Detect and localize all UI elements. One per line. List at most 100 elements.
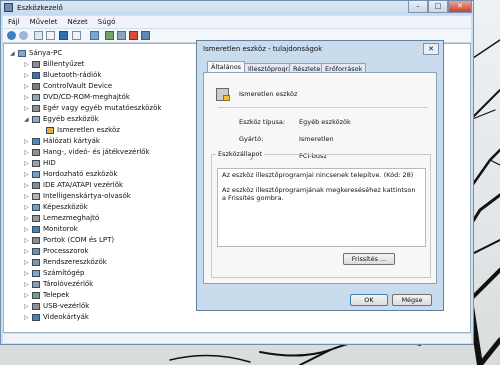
collapse-arrow-icon[interactable]: ◢ bbox=[10, 48, 17, 59]
window-title: Eszközkezelő bbox=[17, 4, 63, 12]
sound-icon bbox=[32, 149, 40, 156]
expand-arrow-icon[interactable]: ▷ bbox=[24, 70, 31, 81]
expand-arrow-icon[interactable]: ▷ bbox=[24, 246, 31, 257]
network-icon bbox=[32, 138, 40, 145]
monitor-icon bbox=[32, 226, 40, 233]
collapse-arrow-icon[interactable]: ◢ bbox=[24, 114, 31, 125]
tree-item-label: IDE ATA/ATAPI vezérlők bbox=[43, 181, 124, 189]
expand-arrow-icon[interactable]: ▷ bbox=[24, 301, 31, 312]
expand-arrow-icon[interactable]: ▷ bbox=[24, 268, 31, 279]
tree-item-label: Egér vagy egyéb mutatóeszközök bbox=[43, 104, 162, 112]
tree-item-label: USB-vezérlők bbox=[43, 302, 90, 310]
computer-icon bbox=[18, 50, 26, 57]
cpu-icon bbox=[32, 248, 40, 255]
device-type-label: Eszköz típusa: bbox=[239, 118, 286, 126]
expand-arrow-icon[interactable]: ▷ bbox=[24, 103, 31, 114]
device-status-label: Eszközállapot bbox=[216, 150, 265, 158]
tree-item-label: HID bbox=[43, 159, 56, 167]
expand-arrow-icon[interactable]: ▷ bbox=[24, 92, 31, 103]
expand-arrow-icon[interactable]: ▷ bbox=[24, 202, 31, 213]
properties-icon[interactable] bbox=[46, 31, 55, 40]
tree-view-icon[interactable] bbox=[34, 31, 43, 40]
expand-arrow-icon[interactable]: ▷ bbox=[24, 257, 31, 268]
expand-arrow-icon[interactable]: ▷ bbox=[24, 158, 31, 169]
tree-item-label: ControlVault Device bbox=[43, 82, 113, 90]
expand-arrow-icon[interactable]: ▷ bbox=[24, 59, 31, 70]
expand-arrow-icon[interactable]: ▷ bbox=[24, 147, 31, 158]
uninstall-icon[interactable] bbox=[129, 31, 138, 40]
portable-icon bbox=[32, 171, 40, 178]
menu-file[interactable]: Fájl bbox=[3, 16, 25, 26]
usb-icon bbox=[32, 303, 40, 310]
disc-drive-icon bbox=[32, 94, 40, 101]
expand-arrow-icon[interactable]: ▷ bbox=[24, 169, 31, 180]
menu-view[interactable]: Nézet bbox=[63, 16, 93, 26]
close-button[interactable]: ✕ bbox=[448, 1, 472, 13]
tree-item-label: Ismeretlen eszköz bbox=[57, 126, 120, 134]
device-type-value: Egyéb eszközök bbox=[299, 118, 351, 126]
expand-arrow-icon[interactable]: ▷ bbox=[24, 312, 31, 323]
device-name: Ismeretlen eszköz bbox=[239, 90, 298, 98]
device-manager-icon bbox=[4, 3, 13, 12]
tree-root-label: Sánya-PC bbox=[29, 49, 63, 57]
dialog-close-button[interactable]: ✕ bbox=[423, 43, 439, 55]
forward-icon[interactable] bbox=[19, 31, 28, 40]
expand-arrow-icon[interactable]: ▷ bbox=[24, 136, 31, 147]
maximize-button[interactable]: □ bbox=[428, 1, 448, 13]
title-bar[interactable]: Eszközkezelő – □ ✕ bbox=[1, 1, 473, 15]
tree-item-label: Rendszereszközök bbox=[43, 258, 107, 266]
expand-arrow-icon[interactable]: ▷ bbox=[24, 279, 31, 290]
list-view-icon[interactable] bbox=[72, 31, 81, 40]
warning-icon bbox=[223, 95, 230, 101]
minimize-button[interactable]: – bbox=[408, 1, 428, 13]
hid-icon bbox=[32, 160, 40, 167]
status-line-2: Az eszköz illesztőprogramjának megkeresé… bbox=[222, 186, 416, 202]
battery-icon bbox=[32, 292, 40, 299]
manufacturer-label: Gyártó: bbox=[239, 135, 264, 143]
tree-item-label: Processzorok bbox=[43, 247, 89, 255]
cancel-button[interactable]: Mégse bbox=[392, 294, 432, 306]
expand-arrow-icon[interactable]: ▷ bbox=[24, 81, 31, 92]
expand-arrow-icon[interactable]: ▷ bbox=[24, 224, 31, 235]
tree-item-label: Intelligenskártya-olvasók bbox=[43, 192, 131, 200]
expand-arrow-icon[interactable]: ▷ bbox=[24, 290, 31, 301]
tree-item-label: Hang-, videó- és játékvezérlők bbox=[43, 148, 150, 156]
dialog-title: Ismeretlen eszköz - tulajdonságok bbox=[203, 45, 323, 53]
device-status-text[interactable]: Az eszköz illesztőprogramjai nincsenek t… bbox=[217, 168, 426, 247]
camera-icon bbox=[32, 204, 40, 211]
tree-item-label: Egyéb eszközök bbox=[43, 115, 99, 123]
help-icon[interactable] bbox=[59, 31, 68, 40]
device-icon bbox=[32, 83, 40, 90]
expand-arrow-icon[interactable]: ▷ bbox=[24, 191, 31, 202]
tree-item-label: Portok (COM és LPT) bbox=[43, 236, 115, 244]
update-driver-icon[interactable] bbox=[105, 31, 114, 40]
ide-icon bbox=[32, 182, 40, 189]
refresh-button[interactable]: Frissítés ... bbox=[343, 253, 395, 265]
tree-item-label: Monitorok bbox=[43, 225, 78, 233]
scan-icon[interactable] bbox=[90, 31, 99, 40]
tree-item-label: Számítógép bbox=[43, 269, 85, 277]
properties-dialog: Ismeretlen eszköz - tulajdonságok ✕ Álta… bbox=[196, 40, 444, 311]
menu-action[interactable]: Művelet bbox=[25, 16, 63, 26]
tree-item-label: Telepek bbox=[43, 291, 70, 299]
tree-item-label: DVD/CD-ROM-meghajtók bbox=[43, 93, 130, 101]
enable-device-icon[interactable] bbox=[141, 31, 150, 40]
tree-item-label: Tárolóvezérlők bbox=[43, 280, 94, 288]
system-icon bbox=[32, 259, 40, 266]
smartcard-icon bbox=[32, 193, 40, 200]
other-devices-icon bbox=[32, 116, 40, 123]
back-icon[interactable] bbox=[7, 31, 16, 40]
separator bbox=[218, 107, 428, 108]
tree-item-label: Képeszközök bbox=[43, 203, 88, 211]
expand-arrow-icon[interactable]: ▷ bbox=[24, 180, 31, 191]
ok-button[interactable]: OK bbox=[350, 294, 388, 306]
menu-help[interactable]: Súgó bbox=[93, 16, 121, 26]
warning-device-icon bbox=[46, 127, 54, 134]
menu-bar: Fájl Művelet Nézet Súgó bbox=[3, 16, 471, 28]
tree-item-label: Lemezmeghajtó bbox=[43, 214, 100, 222]
storage-icon bbox=[32, 281, 40, 288]
expand-arrow-icon[interactable]: ▷ bbox=[24, 213, 31, 224]
expand-arrow-icon[interactable]: ▷ bbox=[24, 235, 31, 246]
disable-device-icon[interactable] bbox=[117, 31, 126, 40]
status-line-1: Az eszköz illesztőprogramjai nincsenek t… bbox=[222, 171, 414, 179]
